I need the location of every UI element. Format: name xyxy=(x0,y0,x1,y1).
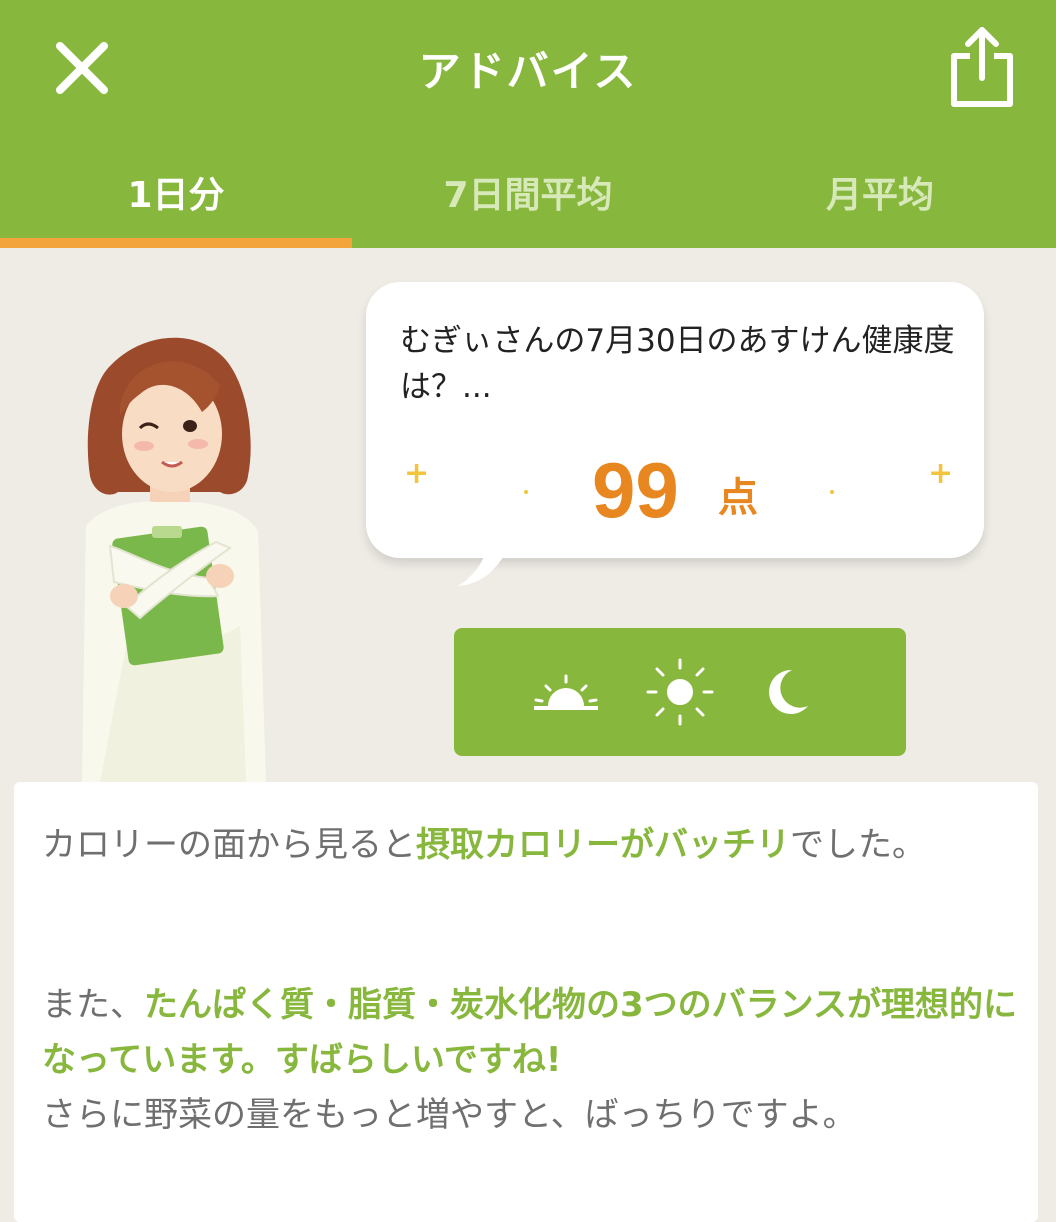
time-of-day-selector xyxy=(454,628,906,756)
sparkle-icon: + xyxy=(404,456,430,491)
health-score: 99 xyxy=(592,446,679,534)
morning-button[interactable] xyxy=(528,654,604,730)
night-button[interactable] xyxy=(750,654,826,730)
sunrise-icon xyxy=(534,674,598,710)
advisor-character-illustration xyxy=(82,337,266,782)
highlight-calorie: 摂取カロリーがバッチリ xyxy=(416,825,790,865)
sparkle-dot xyxy=(524,490,528,494)
score-row: + 99 点 + xyxy=(366,450,984,530)
header-bar: アドバイス 1日分 7日間平均 月平均 xyxy=(0,0,1056,248)
close-icon xyxy=(56,42,108,94)
advice-paragraph-calorie: カロリーの面から見ると摂取カロリーがバッチリでした。 xyxy=(42,825,926,865)
close-button[interactable] xyxy=(52,38,112,98)
active-tab-indicator xyxy=(0,238,352,248)
advice-card: カロリーの面から見ると摂取カロリーがバッチリでした。 また、たんぱく質・脂質・炭… xyxy=(14,782,1038,1222)
advice-paragraph-balance: また、たんぱく質・脂質・炭水化物の3つのバランスが理想的になっています。すばらし… xyxy=(42,985,1017,1080)
daytime-button[interactable] xyxy=(642,654,718,730)
share-button[interactable] xyxy=(944,26,1020,110)
sparkle-dot xyxy=(830,490,834,494)
speech-bubble: むぎぃさんの7月30日のあすけん健康度は？... + 99 点 + xyxy=(366,282,986,592)
bubble-tail xyxy=(458,544,510,586)
tab-monthly-average[interactable]: 月平均 xyxy=(704,166,1056,218)
page-title: アドバイス xyxy=(418,47,638,96)
highlight-balance: たんぱく質・脂質・炭水化物の3つのバランスが理想的になっています。すばらしいです… xyxy=(42,985,1017,1080)
tab-daily[interactable]: 1日分 xyxy=(0,166,352,218)
bubble-message: むぎぃさんの7月30日のあすけん健康度は？... xyxy=(400,323,955,405)
advice-paragraph-vegetables: さらに野菜の量をもっと増やすと、ばっちりですよ。 xyxy=(42,1095,857,1135)
sparkle-icon: + xyxy=(928,456,954,491)
share-icon xyxy=(951,27,1013,107)
tab-7day-average[interactable]: 7日間平均 xyxy=(352,166,704,218)
score-unit: 点 xyxy=(718,475,758,521)
sun-icon xyxy=(646,658,714,726)
moon-icon xyxy=(769,669,808,714)
